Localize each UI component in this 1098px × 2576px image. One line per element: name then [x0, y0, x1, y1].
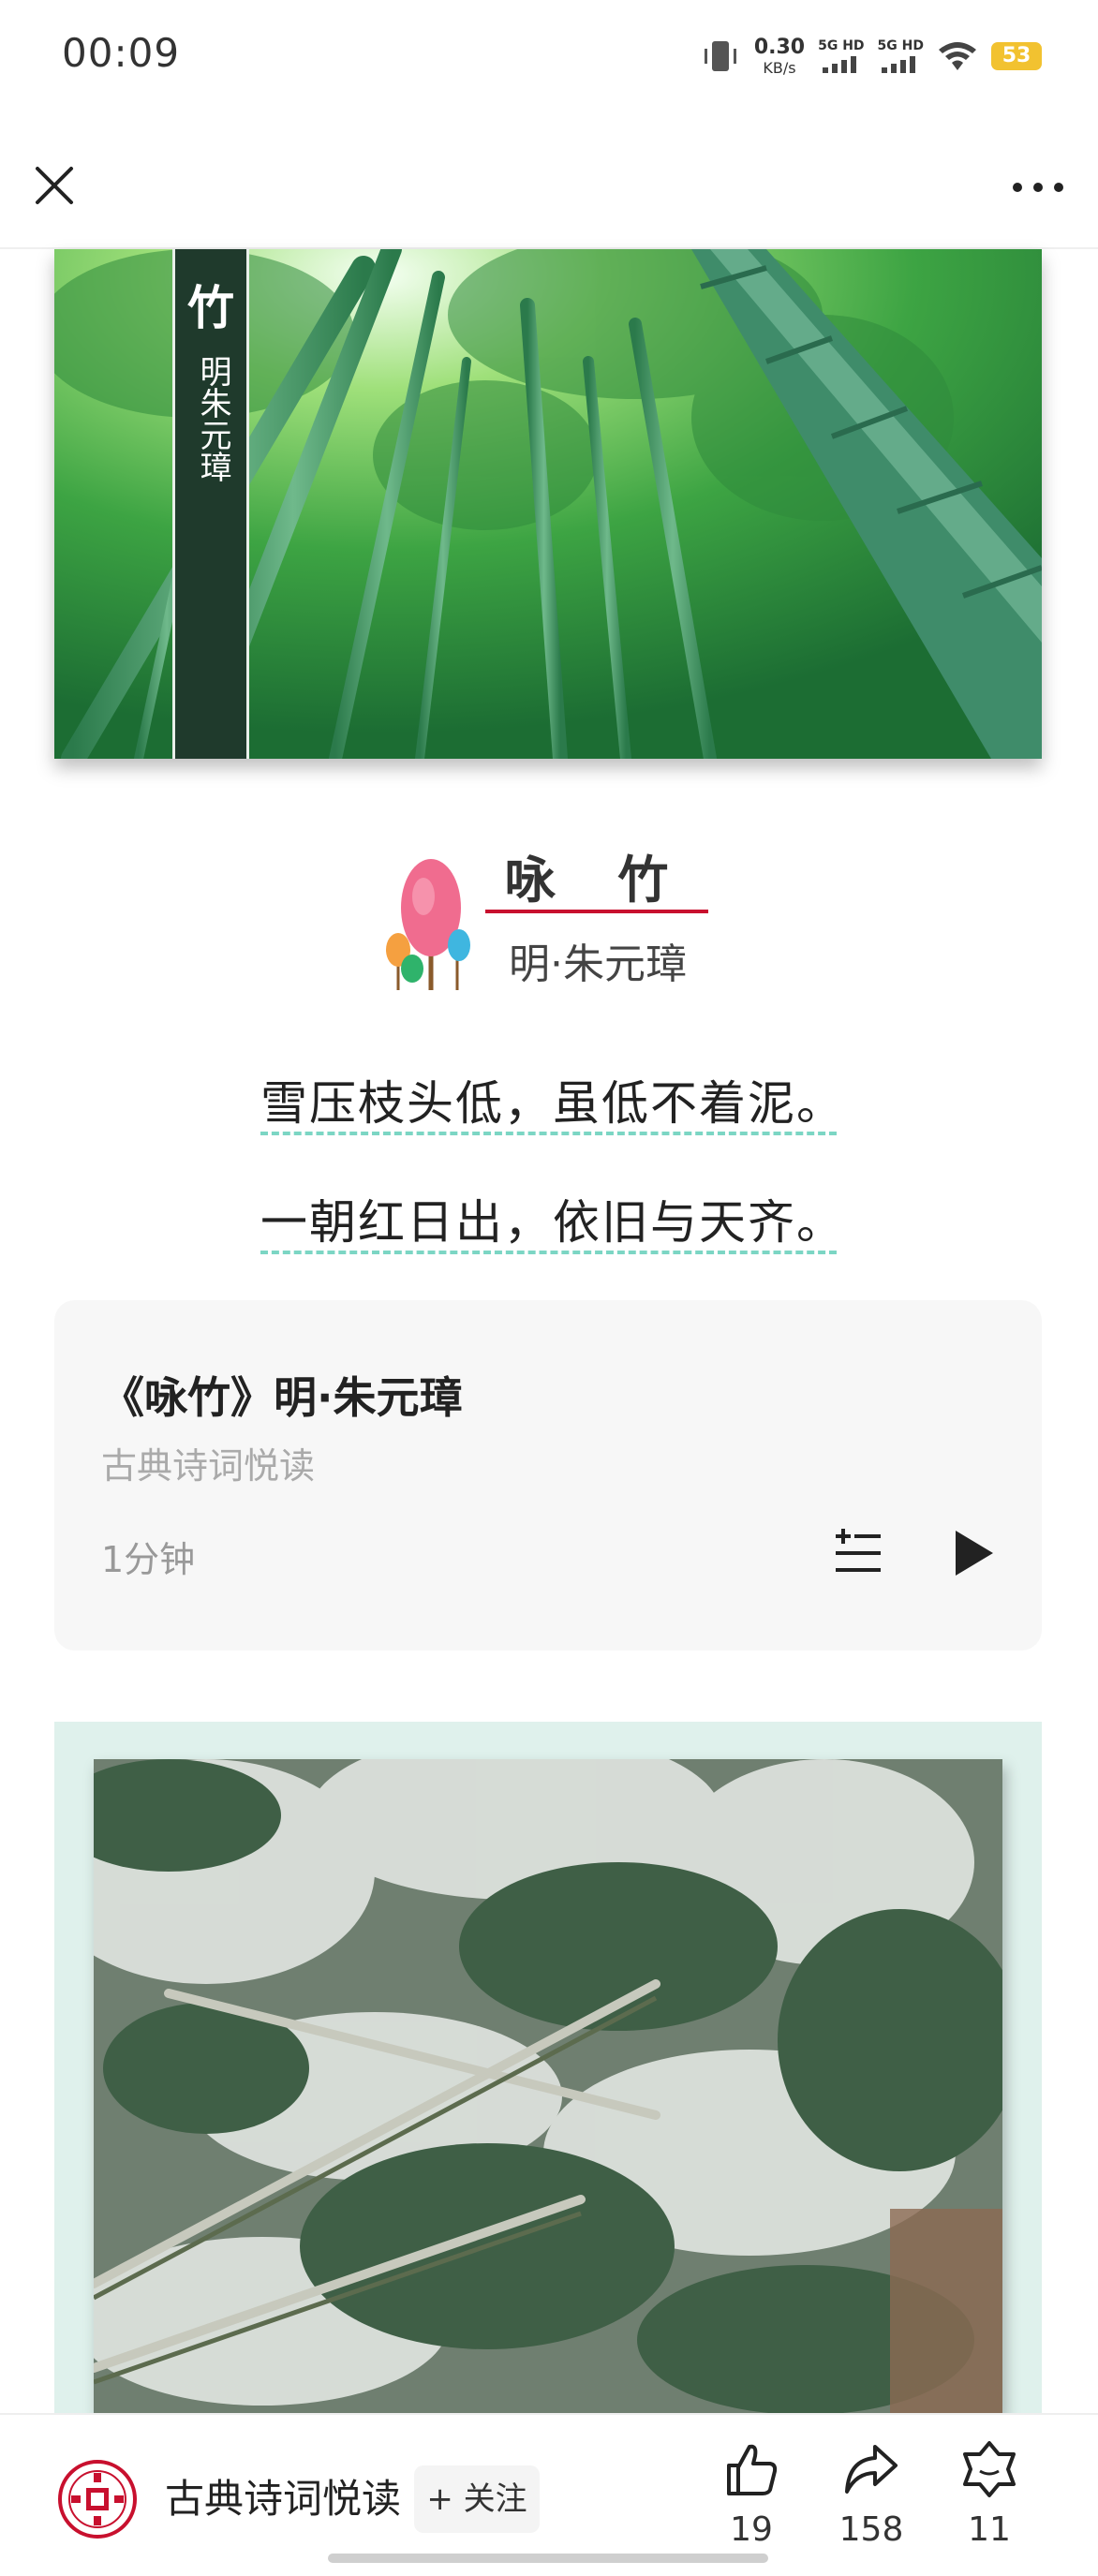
- share-icon: [845, 2445, 898, 2494]
- title-underline: [485, 910, 708, 913]
- poem-header: 咏 竹 明·朱元璋: [375, 838, 731, 1007]
- more-icon[interactable]: [1004, 169, 1072, 206]
- net-speed-unit: KB/s: [763, 58, 796, 77]
- status-time: 00:09: [62, 30, 181, 76]
- status-bar: 00:09 0.30 KB/s 5G HD 5G HD 53: [0, 0, 1098, 112]
- signal2-label: 5G HD: [877, 38, 924, 53]
- play-icon[interactable]: [944, 1523, 1001, 1583]
- account-name[interactable]: 古典诗词悦读: [165, 2467, 401, 2524]
- audio-title: 《咏竹》明·朱元璋: [101, 1372, 463, 1423]
- thumbs-up-icon: [727, 2444, 778, 2495]
- recommend-icon: [963, 2441, 1016, 2497]
- recommend-button[interactable]: 11: [942, 2439, 1036, 2570]
- share-button[interactable]: 158: [824, 2439, 918, 2570]
- audio-duration: 1分钟: [101, 1539, 196, 1580]
- tree-icon: [386, 859, 470, 990]
- snow-bamboo-frame: [54, 1722, 1042, 2415]
- close-icon[interactable]: [28, 159, 81, 212]
- share-count: 158: [838, 2510, 904, 2549]
- vibrate-icon: [704, 41, 736, 71]
- signal-5g-2: 5G HD: [878, 39, 924, 73]
- poem-line-text: 雪压枝头低，虽低不着泥。: [260, 1076, 845, 1131]
- recommend-count: 11: [968, 2510, 1011, 2549]
- like-button[interactable]: 19: [705, 2439, 798, 2570]
- like-count: 19: [730, 2510, 773, 2549]
- snow-bamboo-photo: [94, 1759, 1002, 2415]
- wifi-icon: [939, 42, 976, 70]
- poem-line: 一朝红日出，依旧与天齐。: [260, 1177, 843, 1258]
- account-avatar[interactable]: [58, 2460, 137, 2539]
- signal1-label: 5G HD: [818, 38, 865, 53]
- vertical-author: 明朱元璋: [194, 355, 231, 482]
- follow-button[interactable]: + 关注: [414, 2465, 540, 2533]
- audio-card[interactable]: 《咏竹》明·朱元璋 古典诗词悦读 1分钟: [54, 1300, 1042, 1651]
- dashed-underline: [260, 1132, 837, 1135]
- audio-source: 古典诗词悦读: [101, 1445, 316, 1487]
- network-speed: 0.30 KB/s: [754, 37, 805, 76]
- battery-indicator: 53: [991, 42, 1042, 70]
- bamboo-hero-image: 竹 明朱元璋: [54, 249, 1042, 759]
- home-indicator[interactable]: [328, 2554, 768, 2563]
- vertical-title-tag: 竹 明朱元璋: [172, 249, 249, 759]
- snow-bamboo-illustration: [94, 1759, 1002, 2415]
- poem-line-text: 一朝红日出，依旧与天齐。: [260, 1195, 845, 1250]
- dashed-underline: [260, 1251, 837, 1254]
- bottom-bar: 古典诗词悦读 + 关注 19 158 11: [0, 2413, 1098, 2576]
- net-speed-value: 0.30: [753, 35, 806, 59]
- poem-title: 咏 竹: [504, 851, 691, 910]
- signal-5g-1: 5G HD: [818, 38, 865, 73]
- status-icons: 0.30 KB/s 5G HD 5G HD 53: [700, 28, 1042, 84]
- signal-bars-icon: [882, 56, 916, 73]
- title-bar: [0, 131, 1098, 247]
- poem-line: 雪压枝头低，虽低不着泥。: [260, 1059, 843, 1139]
- signal-bars-icon: [822, 56, 856, 73]
- vertical-title: 竹: [187, 280, 234, 335]
- playlist-icon[interactable]: [830, 1525, 886, 1581]
- poem-author: 明·朱元璋: [509, 940, 687, 988]
